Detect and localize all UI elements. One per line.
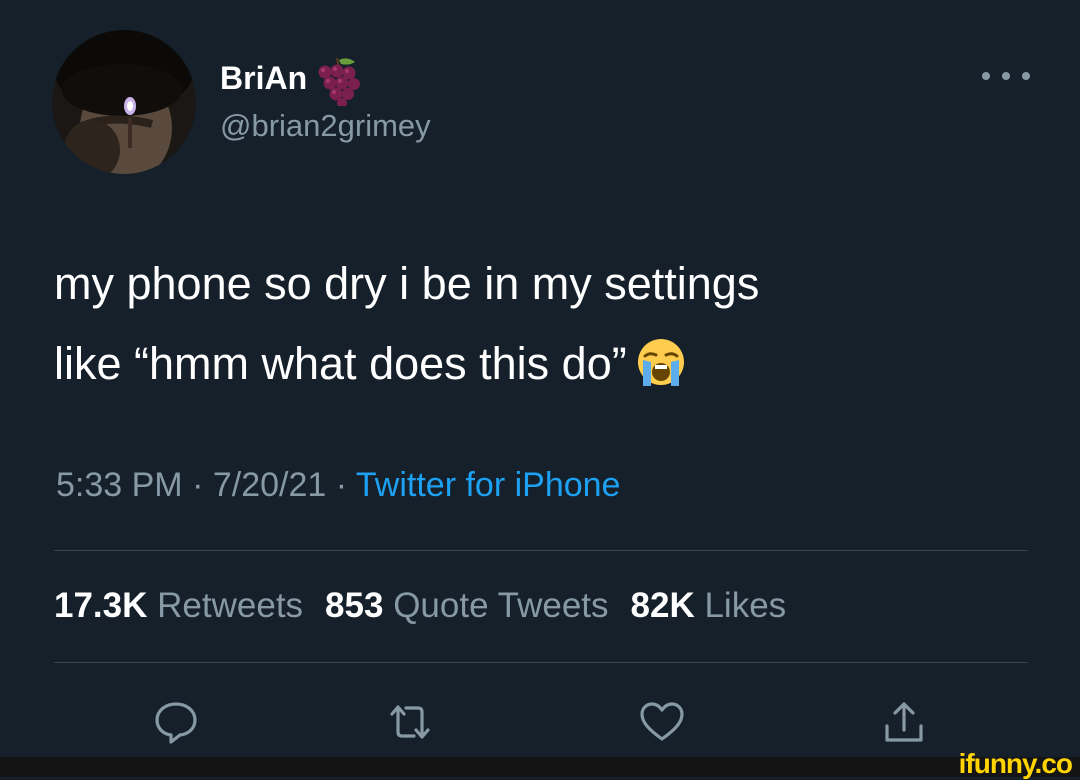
retweets-label: Retweets — [157, 586, 304, 625]
tweet-text-line-2-wrap: like “hmm what does this do” — [54, 324, 1014, 404]
tweet-meta: 5:33 PM · 7/20/21 · Twitter for iPhone — [56, 466, 620, 505]
divider — [54, 550, 1028, 551]
retweet-icon[interactable] — [386, 698, 434, 746]
meta-separator: · — [182, 466, 213, 504]
quote-tweets-stat[interactable]: 853 Quote Tweets — [325, 586, 608, 625]
tweet-date[interactable]: 7/20/21 — [213, 466, 326, 504]
retweets-stat[interactable]: 17.3K Retweets — [54, 586, 303, 625]
tweet-text-line-1: my phone so dry i be in my settings — [54, 258, 760, 309]
quote-tweets-label: Quote Tweets — [393, 586, 609, 625]
likes-stat[interactable]: 82K Likes — [631, 586, 787, 625]
tweet-time[interactable]: 5:33 PM — [56, 466, 183, 504]
ifunny-watermark: ifunny.co — [958, 748, 1073, 779]
meta-separator: · — [326, 466, 356, 504]
tweet-text-line-2: like “hmm what does this do” — [54, 338, 627, 389]
watermark-bar — [0, 757, 1080, 777]
more-options-icon[interactable] — [982, 66, 1030, 86]
reply-icon[interactable] — [152, 698, 200, 746]
author-handle[interactable]: @brian2grimey — [220, 108, 431, 144]
display-name-text: BriAn — [220, 59, 308, 96]
author-display-name[interactable]: BriAn — [220, 56, 365, 106]
tweet-source-link[interactable]: Twitter for iPhone — [356, 466, 621, 504]
avatar-image — [52, 30, 196, 174]
loudly-crying-face-icon — [637, 339, 684, 387]
likes-count: 82K — [630, 586, 695, 625]
like-icon[interactable] — [638, 698, 686, 746]
grapes-icon — [318, 57, 361, 106]
avatar[interactable] — [52, 30, 196, 174]
divider — [54, 662, 1028, 663]
retweets-count: 17.3K — [54, 586, 148, 625]
quote-tweets-count: 853 — [325, 586, 384, 625]
tweet-text: my phone so dry i be in my settings like… — [54, 244, 1014, 404]
share-icon[interactable] — [880, 698, 928, 746]
likes-label: Likes — [704, 586, 787, 625]
tweet-stats: 17.3K Retweets 853 Quote Tweets 82K Likes — [54, 586, 786, 626]
